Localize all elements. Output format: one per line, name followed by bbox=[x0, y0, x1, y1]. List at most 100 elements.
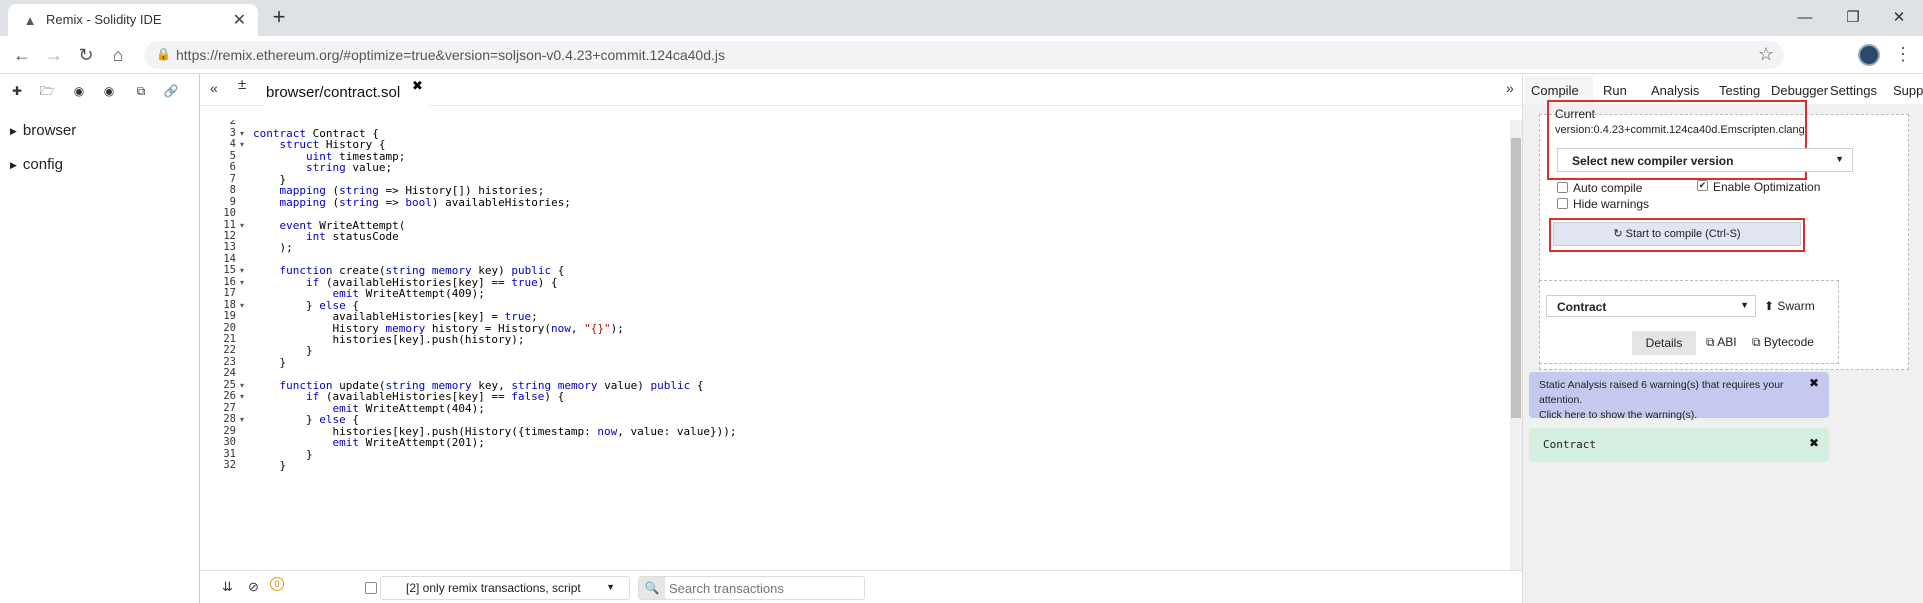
tree-item-config[interactable]: ▶ config bbox=[10, 156, 63, 173]
listen-network-checkbox[interactable] bbox=[365, 582, 377, 594]
github-gist-icon[interactable]: ◉ bbox=[70, 82, 88, 100]
fold-arrow-icon[interactable]: ▾ bbox=[240, 301, 244, 310]
swarm-button[interactable]: ⬆ Swarm bbox=[1764, 299, 1815, 313]
enable-optimization-checkbox[interactable]: ✔ bbox=[1697, 180, 1708, 191]
code-line: } bbox=[253, 355, 287, 369]
line-number: 3 bbox=[229, 126, 236, 139]
search-transactions[interactable]: 🔍 bbox=[638, 576, 865, 600]
line-number: 28 bbox=[223, 413, 236, 426]
line-number: 27 bbox=[223, 401, 236, 414]
open-folder-icon[interactable]: 🗁 bbox=[38, 82, 56, 100]
line-number: 26 bbox=[223, 390, 236, 403]
new-tab-button[interactable]: + bbox=[266, 5, 292, 31]
profile-avatar[interactable] bbox=[1858, 44, 1880, 66]
connect-localhost-icon[interactable]: 🔗 bbox=[162, 82, 180, 100]
editor-scrollbar[interactable] bbox=[1510, 120, 1522, 570]
fold-arrow-icon[interactable]: ▾ bbox=[240, 266, 244, 275]
contract-select-label: Contract bbox=[1557, 300, 1607, 314]
bookmark-star-icon[interactable]: ☆ bbox=[1758, 44, 1774, 65]
current-version-value: version:0.4.23+commit.124ca40d.Emscripte… bbox=[1555, 124, 1805, 136]
compiled-contract-name: Contract bbox=[1543, 438, 1596, 451]
browser-tab[interactable]: ▲ Remix - Solidity IDE ✕ bbox=[8, 4, 258, 36]
clear-console-icon[interactable]: ⊘ bbox=[248, 579, 259, 595]
line-number: 15 bbox=[223, 264, 236, 277]
minimize-window-icon[interactable]: — bbox=[1782, 4, 1828, 32]
compile-tab-content: Current version:0.4.23+commit.124ca40d.E… bbox=[1523, 100, 1923, 603]
pending-tx-badge: 0 bbox=[270, 577, 284, 591]
dropdown-arrow-icon: ▼ bbox=[606, 582, 615, 592]
code-line: ); bbox=[253, 241, 293, 255]
code-editor[interactable]: 1pragma solidity ^0.4.23;23▾contract Con… bbox=[200, 120, 1510, 570]
dropdown-arrow-icon: ▼ bbox=[1740, 300, 1749, 310]
collapse-right-panel-icon[interactable]: » bbox=[1506, 80, 1514, 96]
fold-arrow-icon[interactable]: ▾ bbox=[240, 392, 244, 401]
copy-icon: ⧉ bbox=[1706, 335, 1718, 349]
browser-menu-icon[interactable]: ⋮ bbox=[1894, 44, 1912, 65]
copy-files-icon[interactable]: ⧉ bbox=[132, 82, 150, 100]
bytecode-button[interactable]: ⧉ Bytecode bbox=[1752, 335, 1814, 350]
close-window-icon[interactable]: ✕ bbox=[1876, 4, 1922, 32]
tab-settings[interactable]: Settings bbox=[1830, 83, 1877, 98]
line-number: 19 bbox=[223, 310, 236, 323]
editor-scrollbar-thumb[interactable] bbox=[1511, 138, 1521, 418]
line-number: 17 bbox=[223, 287, 236, 300]
abi-button[interactable]: ⧉ ABI bbox=[1706, 335, 1737, 350]
increase-font-icon[interactable]: ± bbox=[238, 76, 246, 93]
line-number: 24 bbox=[223, 367, 236, 380]
contract-select[interactable]: Contract ▼ bbox=[1546, 295, 1756, 317]
remix-favicon-icon: ▲ bbox=[23, 13, 37, 28]
forward-icon[interactable]: → bbox=[42, 43, 66, 67]
auto-compile-label: Auto compile bbox=[1573, 181, 1643, 195]
search-icon: 🔍 bbox=[639, 577, 665, 599]
url-field[interactable]: 🔒 https://remix.ethereum.org/#optimize=t… bbox=[144, 41, 1784, 69]
fold-arrow-icon[interactable]: ▾ bbox=[240, 221, 244, 230]
auto-compile-checkbox[interactable] bbox=[1557, 182, 1568, 193]
details-button[interactable]: Details bbox=[1632, 331, 1696, 355]
close-file-tab-icon[interactable]: ✖ bbox=[412, 78, 423, 94]
home-icon[interactable]: ⌂ bbox=[106, 43, 130, 67]
tab-analysis[interactable]: Analysis bbox=[1651, 83, 1699, 98]
code-line: } bbox=[253, 458, 287, 472]
close-warning-icon[interactable]: ✖ bbox=[1809, 376, 1819, 390]
compiler-version-select[interactable]: Select new compiler version ▼ bbox=[1557, 148, 1853, 172]
tab-testing[interactable]: Testing bbox=[1719, 83, 1760, 98]
tree-item-browser[interactable]: ▶ browser bbox=[10, 122, 76, 139]
fold-arrow-icon[interactable]: ▾ bbox=[240, 415, 244, 424]
github-icon[interactable]: ◉ bbox=[100, 82, 118, 100]
line-number: 30 bbox=[223, 436, 236, 449]
enable-optimization-label: Enable Optimization bbox=[1713, 180, 1821, 194]
line-number: 13 bbox=[223, 241, 236, 254]
caret-right-icon: ▶ bbox=[10, 125, 17, 136]
close-tab-icon[interactable]: ✕ bbox=[233, 10, 246, 30]
tab-support[interactable]: Suppo bbox=[1893, 83, 1923, 98]
back-icon[interactable]: ← bbox=[10, 43, 34, 67]
line-number: 25 bbox=[223, 378, 236, 391]
lock-icon: 🔒 bbox=[156, 47, 171, 61]
transaction-filter-select[interactable]: [2] only remix transactions, script ▼ bbox=[365, 576, 630, 600]
restore-window-icon[interactable]: ❐ bbox=[1830, 4, 1876, 32]
filter-label: [2] only remix transactions, script bbox=[406, 581, 581, 595]
fold-arrow-icon[interactable]: ▾ bbox=[240, 140, 244, 149]
search-transactions-input[interactable] bbox=[669, 579, 859, 597]
fold-arrow-icon[interactable]: ▾ bbox=[240, 381, 244, 390]
reload-icon[interactable]: ↻ bbox=[74, 43, 98, 67]
tab-run[interactable]: Run bbox=[1603, 83, 1627, 98]
toggle-terminal-icon[interactable]: ⇊ bbox=[222, 579, 233, 595]
fold-arrow-icon[interactable]: ▾ bbox=[240, 129, 244, 138]
create-file-icon[interactable]: ✚ bbox=[8, 82, 26, 100]
tab-debugger[interactable]: Debugger bbox=[1771, 83, 1828, 98]
static-analysis-warning[interactable]: Static Analysis raised 6 warning(s) that… bbox=[1529, 372, 1829, 421]
fold-arrow-icon[interactable]: ▾ bbox=[240, 278, 244, 287]
line-number: 8 bbox=[229, 184, 236, 197]
tab-compile[interactable]: Compile bbox=[1531, 83, 1579, 98]
compiled-contract-status: Contract ✖ bbox=[1529, 428, 1829, 462]
browser-tab-strip: ▲ Remix - Solidity IDE ✕ + — ❐ ✕ bbox=[0, 0, 1923, 36]
collapse-left-panel-icon[interactable]: « bbox=[210, 80, 218, 96]
close-status-icon[interactable]: ✖ bbox=[1809, 436, 1819, 450]
start-compile-button[interactable]: ↻ Start to compile (Ctrl-S) bbox=[1553, 222, 1801, 246]
caret-right-icon: ▶ bbox=[10, 159, 17, 170]
file-tab-contract[interactable]: browser/contract.sol ✖ bbox=[264, 78, 429, 106]
hide-warnings-checkbox[interactable] bbox=[1557, 198, 1568, 209]
line-number: 32 bbox=[223, 458, 236, 471]
file-tab-label: browser/contract.sol bbox=[266, 84, 401, 101]
